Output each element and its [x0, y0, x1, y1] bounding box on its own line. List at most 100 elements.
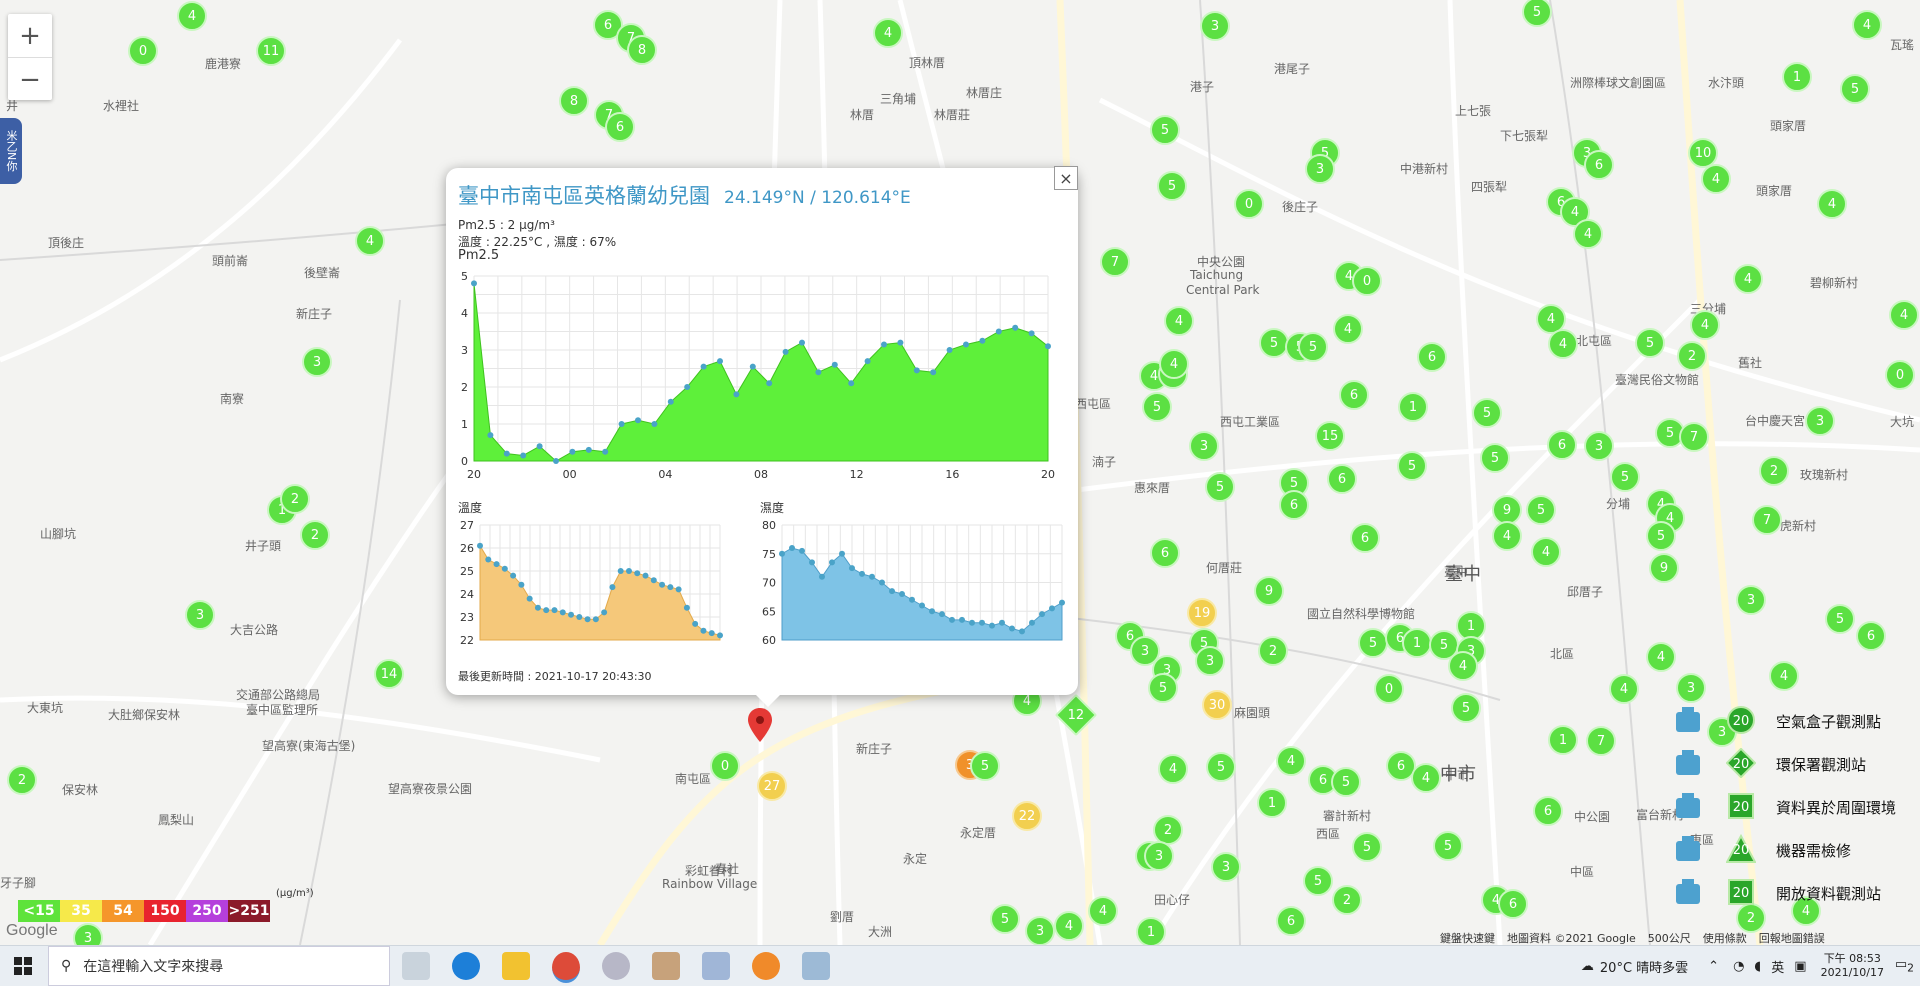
sensor-marker[interactable]: 4	[1852, 10, 1882, 40]
sensor-marker[interactable]: 3	[1025, 916, 1055, 945]
sensor-marker[interactable]: 6	[1417, 342, 1447, 372]
sensor-marker[interactable]: 4	[1817, 189, 1847, 219]
sensor-marker[interactable]: 9	[1649, 553, 1679, 583]
sensor-marker[interactable]: 4	[1158, 754, 1188, 784]
sensor-marker[interactable]: 5	[1352, 832, 1382, 862]
zoom-out-button[interactable]: −	[8, 58, 52, 101]
sensor-marker[interactable]: 3	[1144, 841, 1174, 871]
sensor-marker[interactable]: 5	[1303, 866, 1333, 896]
sensor-marker[interactable]: 3	[73, 923, 103, 945]
sensor-marker[interactable]: 0	[1352, 266, 1382, 296]
sensor-marker[interactable]: 7	[1586, 726, 1616, 756]
sensor-marker[interactable]: 4	[1548, 329, 1578, 359]
clock[interactable]: 下午 08:53 2021/10/17	[1821, 952, 1884, 980]
chevron-up-icon[interactable]: ⌃	[1708, 959, 1719, 974]
sensor-marker[interactable]: 2	[1332, 885, 1362, 915]
sensor-marker[interactable]: 15	[1315, 421, 1345, 451]
sensor-marker[interactable]: 4	[1276, 746, 1306, 776]
sensor-marker[interactable]: 2	[7, 765, 37, 795]
app-icon-3[interactable]	[702, 952, 730, 980]
sensor-marker[interactable]: 4	[1889, 300, 1919, 330]
sensor-marker[interactable]: 5	[1825, 604, 1855, 634]
sensor-marker[interactable]: 4	[1159, 349, 1189, 379]
sensor-marker[interactable]: 4	[1492, 521, 1522, 551]
sensor-marker[interactable]: 5	[1205, 472, 1235, 502]
scale-text[interactable]: 500公尺	[1648, 930, 1691, 945]
sensor-marker[interactable]: 2	[1258, 636, 1288, 666]
sensor-marker[interactable]: 6	[1327, 464, 1357, 494]
sensor-marker[interactable]: 0	[710, 751, 740, 781]
weather-text[interactable]: 20°C 晴時多雲	[1600, 957, 1688, 976]
edge-icon[interactable]	[452, 952, 480, 980]
sensor-marker[interactable]: 6	[1584, 150, 1614, 180]
sensor-marker[interactable]: 5	[970, 751, 1000, 781]
sensor-marker[interactable]: 5	[1148, 673, 1178, 703]
sensor-marker[interactable]: 2	[280, 484, 310, 514]
sensor-marker[interactable]: 3	[1200, 11, 1230, 41]
sensor-marker[interactable]: 3	[1584, 431, 1614, 461]
sensor-marker[interactable]: 6	[1276, 906, 1306, 936]
sensor-marker[interactable]: 1	[1402, 628, 1432, 658]
app-icon-4[interactable]	[802, 952, 830, 980]
sensor-marker[interactable]: 7	[1100, 247, 1130, 277]
sensor-marker[interactable]: 22	[1012, 801, 1042, 831]
sensor-marker[interactable]: 8	[627, 35, 657, 65]
sensor-marker[interactable]: 4	[1448, 651, 1478, 681]
notification-icon[interactable]: ▭2	[1895, 957, 1914, 975]
sensor-marker[interactable]: 6	[1350, 523, 1380, 553]
sensor-marker[interactable]: 4	[1646, 642, 1676, 672]
sensor-marker[interactable]: 5	[1646, 521, 1676, 551]
taskbar-search[interactable]: ⚲ 在這裡輸入文字來搜尋	[48, 946, 390, 986]
location-pin-icon[interactable]	[748, 708, 772, 746]
sensor-marker[interactable]: 2	[1677, 341, 1707, 371]
windows-start-icon[interactable]	[14, 957, 32, 979]
sensor-marker[interactable]: 6	[1279, 490, 1309, 520]
sensor-marker[interactable]: 4	[1164, 306, 1194, 336]
sensor-marker[interactable]: 3	[185, 600, 215, 630]
sensor-marker[interactable]: 3	[1676, 673, 1706, 703]
side-tab[interactable]: 米乙N你	[0, 118, 22, 184]
sensor-marker[interactable]: 4	[1609, 674, 1639, 704]
zoom-in-button[interactable]: +	[8, 14, 52, 58]
sensor-marker[interactable]: 7	[1752, 505, 1782, 535]
sensor-marker[interactable]: 5	[1635, 328, 1665, 358]
network-icon[interactable]: ◔	[1733, 959, 1744, 974]
sensor-marker[interactable]: 5	[1150, 115, 1180, 145]
sensor-marker[interactable]: 14	[374, 659, 404, 689]
keyboard-shortcuts-link[interactable]: 鍵盤快速鍵	[1440, 930, 1495, 945]
sensor-marker[interactable]: 4	[873, 18, 903, 48]
sensor-marker[interactable]: 2	[300, 520, 330, 550]
sensor-marker[interactable]: 5	[1610, 462, 1640, 492]
sensor-marker[interactable]: 5	[1840, 74, 1870, 104]
file-explorer-icon[interactable]	[502, 952, 530, 980]
sensor-marker[interactable]: 5	[1433, 831, 1463, 861]
report-error-link[interactable]: 回報地圖錯誤	[1759, 930, 1825, 945]
sensor-marker[interactable]: 6	[1150, 538, 1180, 568]
sensor-marker[interactable]: 0	[1234, 189, 1264, 219]
sensor-marker[interactable]: 0	[128, 36, 158, 66]
chrome-icon[interactable]	[552, 952, 580, 983]
sensor-marker[interactable]: 1	[1782, 62, 1812, 92]
sensor-marker[interactable]: 1	[1136, 917, 1166, 945]
sensor-marker[interactable]: 8	[559, 86, 589, 116]
sensor-marker[interactable]: 5	[1157, 171, 1187, 201]
sensor-marker[interactable]: 4	[1333, 314, 1363, 344]
sensor-marker[interactable]: 4	[1701, 164, 1731, 194]
sensor-marker[interactable]: 1	[1548, 725, 1578, 755]
sensor-marker[interactable]: 4	[1054, 911, 1084, 941]
sensor-marker[interactable]: 0	[1374, 674, 1404, 704]
sensor-marker[interactable]: 4	[355, 226, 385, 256]
sensor-marker[interactable]: 5	[1206, 752, 1236, 782]
sensor-marker[interactable]: 1	[1257, 788, 1287, 818]
ime-indicator[interactable]: 英	[1771, 957, 1784, 976]
terms-link[interactable]: 使用條款	[1703, 930, 1747, 945]
sensor-marker[interactable]: 5	[1358, 628, 1388, 658]
sensor-marker[interactable]: 3	[302, 347, 332, 377]
sensor-marker[interactable]: 4	[1769, 661, 1799, 691]
sensor-marker[interactable]: 4	[1088, 896, 1118, 926]
sensor-marker[interactable]: 5	[1397, 451, 1427, 481]
sensor-marker[interactable]: 6	[1339, 380, 1369, 410]
task-view-icon[interactable]	[402, 952, 430, 980]
sensor-marker[interactable]: 5	[1472, 398, 1502, 428]
sensor-marker[interactable]: 6	[1547, 430, 1577, 460]
